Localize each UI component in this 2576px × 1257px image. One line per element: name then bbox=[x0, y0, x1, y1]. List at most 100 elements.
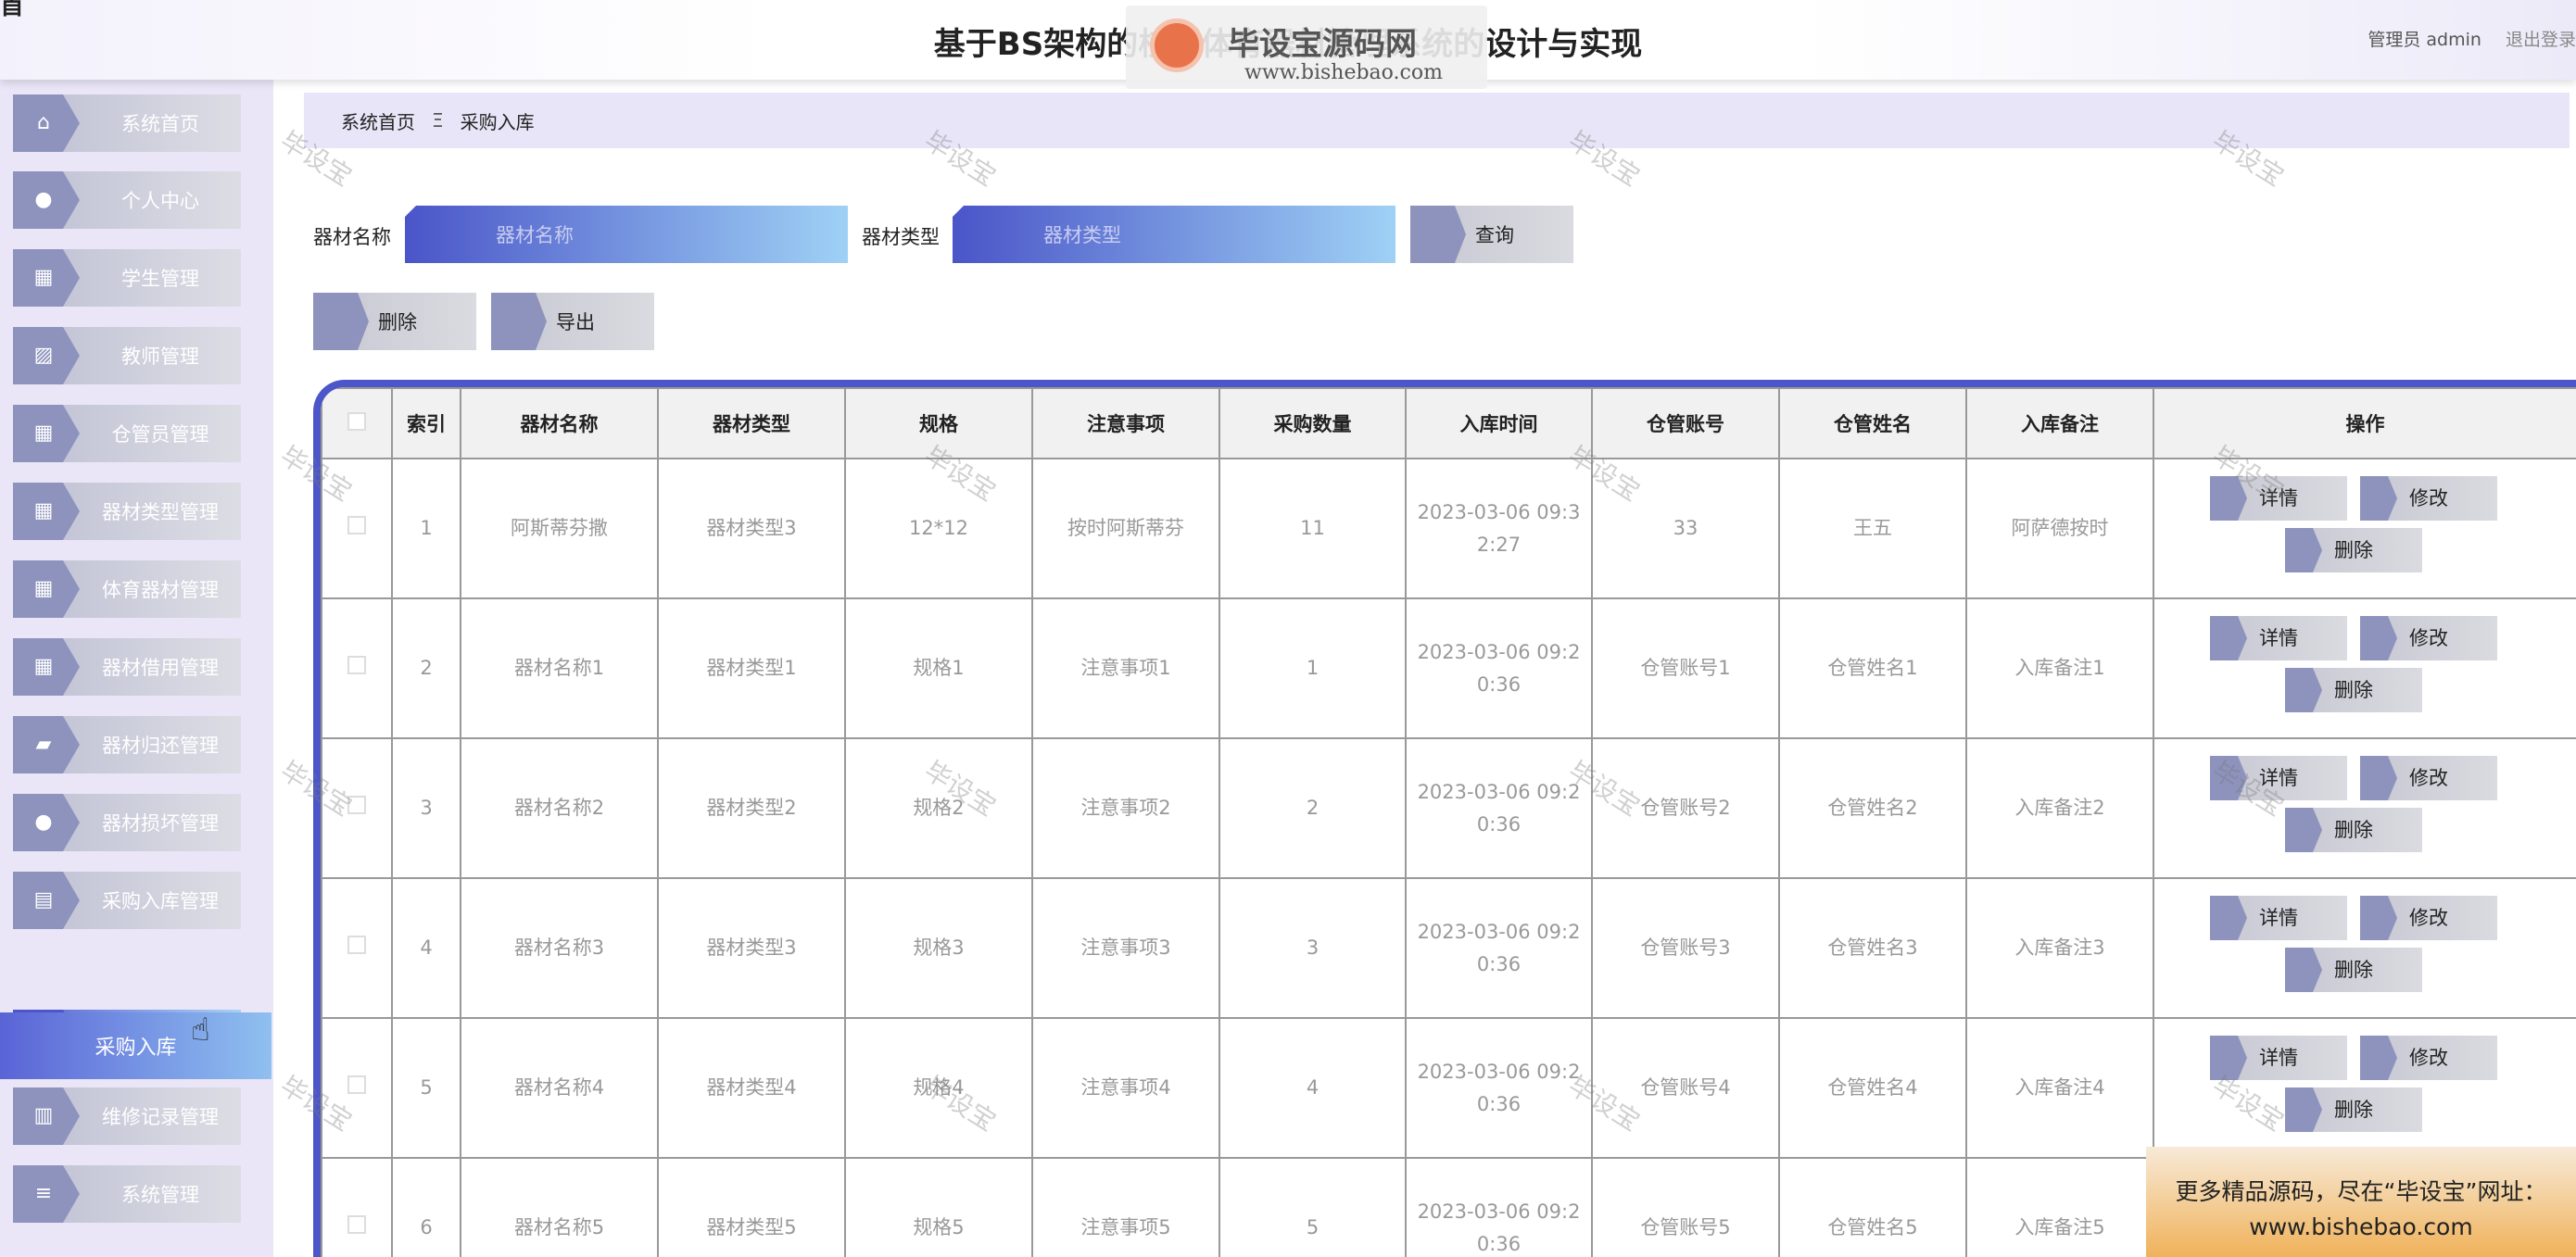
sidebar-item-5[interactable]: ▦ 仓管员管理 bbox=[13, 405, 241, 462]
sidebar-item-13[interactable]: ▥ 维修记录管理 bbox=[13, 1087, 241, 1145]
cell-type: 器材类型4 bbox=[657, 1017, 846, 1159]
type-filter-label: 器材类型 bbox=[862, 226, 940, 248]
watermark-banner: 毕设宝源码网 www.bishebao.com bbox=[1126, 6, 1487, 89]
menu-icon: ≡ bbox=[34, 1182, 53, 1205]
edit-button[interactable]: 修改 bbox=[2360, 896, 2497, 940]
batch-delete-button[interactable]: 删除 bbox=[313, 293, 476, 350]
sidebar-item-2[interactable]: ● 个人中心 bbox=[13, 171, 241, 229]
column-header: 注意事项 bbox=[1031, 387, 1220, 459]
cell-qty: 3 bbox=[1219, 877, 1407, 1019]
delete-button[interactable]: 删除 bbox=[2285, 808, 2422, 852]
delete-button-label: 删除 bbox=[2334, 1098, 2373, 1121]
cell-time: 2023-03-06 09:20:36 bbox=[1405, 1017, 1593, 1159]
sidebar-item-14[interactable]: ≡ 系统管理 bbox=[13, 1165, 241, 1223]
sidebar-item-label: 系统首页 bbox=[121, 113, 199, 135]
cell-keeper: 仓管姓名3 bbox=[1778, 877, 1967, 1019]
sidebar-item-7[interactable]: ▦ 体育器材管理 bbox=[13, 560, 241, 618]
delete-button-tab-icon bbox=[313, 293, 369, 350]
cell-qty: 2 bbox=[1219, 737, 1407, 879]
export-button[interactable]: 导出 bbox=[491, 293, 654, 350]
select-all-checkbox[interactable] bbox=[347, 411, 366, 431]
delete-button[interactable]: 删除 bbox=[2285, 528, 2422, 572]
sidebar-item-3[interactable]: ▦ 学生管理 bbox=[13, 249, 241, 307]
detail-button-label: 详情 bbox=[2259, 1046, 2298, 1069]
person-icon: ● bbox=[34, 188, 53, 211]
select-all-header bbox=[321, 387, 393, 459]
cell-note: 注意事项3 bbox=[1031, 877, 1220, 1019]
row-checkbox[interactable] bbox=[347, 1075, 366, 1094]
sidebar-subitem-purchase-storage[interactable]: 采购入库 bbox=[0, 1012, 271, 1079]
cell-index: 1 bbox=[391, 458, 461, 599]
watermark-banner-name: 毕设宝源码网 bbox=[1228, 26, 1417, 63]
cell-spec: 规格3 bbox=[844, 877, 1033, 1019]
sidebar-item-label: 采购入库管理 bbox=[102, 890, 219, 912]
delete-button[interactable]: 删除 bbox=[2285, 668, 2422, 712]
cell-name: 器材名称3 bbox=[460, 877, 659, 1019]
cell-type: 器材类型1 bbox=[657, 597, 846, 739]
query-button-tab-icon bbox=[1410, 206, 1466, 263]
ad-banner[interactable]: 更多精品源码，尽在“毕设宝”网址： www.bishebao.com bbox=[2146, 1147, 2576, 1257]
sidebar-item-label: 系统管理 bbox=[121, 1184, 199, 1206]
detail-button-label: 详情 bbox=[2259, 626, 2298, 649]
delete-button-label: 删除 bbox=[2334, 818, 2373, 841]
breadcrumb-separator: Ξ bbox=[432, 109, 444, 132]
delete-button[interactable]: 删除 bbox=[2285, 1087, 2422, 1132]
cell-type: 器材类型3 bbox=[657, 458, 846, 599]
sidebar-item-label: 教师管理 bbox=[121, 346, 199, 368]
cell-time: 2023-03-06 09:20:36 bbox=[1405, 597, 1593, 739]
cell-keeper: 仓管姓名4 bbox=[1778, 1017, 1967, 1159]
cell-remark: 入库备注4 bbox=[1965, 1017, 2154, 1159]
clipboard-icon: ▤ bbox=[33, 888, 54, 911]
name-search-input[interactable]: 器材名称 bbox=[405, 206, 848, 263]
mouse-cursor-icon: ☝ bbox=[191, 1012, 210, 1049]
cell-note: 注意事项1 bbox=[1031, 597, 1220, 739]
edit-button[interactable]: 修改 bbox=[2360, 1036, 2497, 1080]
sidebar-item-4[interactable]: ▨ 教师管理 bbox=[13, 327, 241, 384]
logout-link[interactable]: 退出登录 bbox=[2506, 30, 2576, 50]
row-actions: 详情 修改删除 bbox=[2154, 599, 2576, 737]
home-icon: ⌂ bbox=[37, 111, 50, 134]
sidebar-item-1[interactable]: ⌂ 系统首页 bbox=[13, 94, 241, 152]
watermark-banner-url: www.bishebao.com bbox=[1244, 61, 1443, 84]
cell-qty: 1 bbox=[1219, 597, 1407, 739]
row-actions: 详情 修改删除 bbox=[2154, 879, 2576, 1017]
cell-account: 仓管账号3 bbox=[1591, 877, 1780, 1019]
type-search-placeholder: 器材类型 bbox=[1043, 224, 1121, 246]
edit-button-label: 修改 bbox=[2409, 486, 2448, 509]
cell-remark: 阿萨德按时 bbox=[1965, 458, 2154, 599]
type-search-input[interactable]: 器材类型 bbox=[953, 206, 1395, 263]
cell-index: 2 bbox=[391, 597, 461, 739]
sidebar-item-label: 器材归还管理 bbox=[102, 735, 219, 757]
cell-index: 3 bbox=[391, 737, 461, 879]
sidebar-item-9[interactable]: ▰ 器材归还管理 bbox=[13, 716, 241, 773]
sidebar-item-6[interactable]: ▦ 器材类型管理 bbox=[13, 483, 241, 540]
sidebar-item-11[interactable]: ▤ 采购入库管理 bbox=[13, 872, 241, 929]
breadcrumb-home[interactable]: 系统首页 bbox=[341, 107, 415, 134]
delete-button-label: 删除 bbox=[2334, 538, 2373, 561]
row-checkbox[interactable] bbox=[347, 1215, 366, 1234]
edit-button[interactable]: 修改 bbox=[2360, 616, 2497, 660]
row-checkbox[interactable] bbox=[347, 516, 366, 534]
actions-cell: 详情 修改删除 bbox=[2153, 877, 2576, 1019]
row-checkbox[interactable] bbox=[347, 656, 366, 674]
delete-button[interactable]: 删除 bbox=[2285, 948, 2422, 992]
cell-name: 器材名称2 bbox=[460, 737, 659, 879]
row-checkbox[interactable] bbox=[347, 936, 366, 954]
edit-button-tab-icon bbox=[2360, 616, 2397, 660]
edit-button[interactable]: 修改 bbox=[2360, 756, 2497, 800]
column-header: 仓管姓名 bbox=[1778, 387, 1967, 459]
column-header: 索引 bbox=[391, 387, 461, 459]
grid-icon: ▦ bbox=[33, 421, 54, 445]
detail-button[interactable]: 详情 bbox=[2210, 616, 2347, 660]
sidebar-item-10[interactable]: ● 器材损坏管理 bbox=[13, 794, 241, 851]
cell-time: 2023-03-06 09:20:36 bbox=[1405, 877, 1593, 1019]
cell-account: 仓管账号1 bbox=[1591, 597, 1780, 739]
cell-spec: 规格5 bbox=[844, 1157, 1033, 1257]
cell-index: 6 bbox=[391, 1157, 461, 1257]
cell-name: 器材名称1 bbox=[460, 597, 659, 739]
sidebar-item-8[interactable]: ▦ 器材借用管理 bbox=[13, 638, 241, 696]
edit-button[interactable]: 修改 bbox=[2360, 476, 2497, 521]
detail-button[interactable]: 详情 bbox=[2210, 896, 2347, 940]
edit-button-label: 修改 bbox=[2409, 626, 2448, 649]
query-button[interactable]: 查询 bbox=[1410, 206, 1573, 263]
